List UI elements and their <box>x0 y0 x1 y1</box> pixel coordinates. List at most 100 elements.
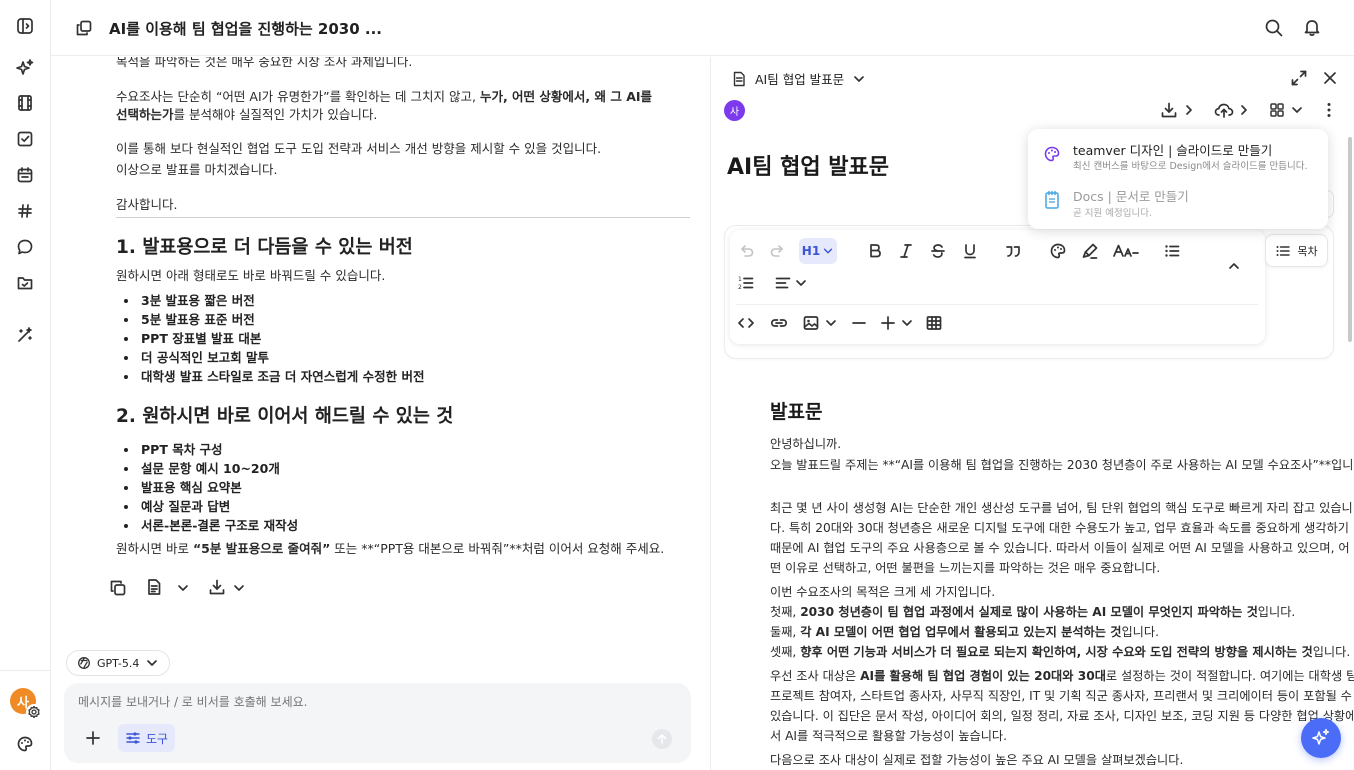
menu-item-subtitle: 최신 캔버스를 바탕으로 Design에서 슬라이드를 만듭니다. <box>1073 161 1308 172</box>
magic-wand-icon[interactable] <box>13 323 37 347</box>
chevron-right-icon[interactable] <box>1182 103 1196 117</box>
chevron-down-icon[interactable] <box>232 581 246 595</box>
paragraph: 우선 조사 대상은 AI를 활용해 팀 협업 경험이 있는 20대와 30대로 … <box>770 669 1354 683</box>
download-icon[interactable] <box>1160 101 1178 119</box>
section-intro: 원하시면 아래 형태로도 바로 바꿔드릴 수 있습니다. <box>116 268 386 283</box>
list-item: PPT 장표별 발표 대본 <box>123 329 424 348</box>
chat-line: 목적을 파악하는 것은 매우 중요한 시장 조사 과제입니다. <box>116 57 413 69</box>
list-item: 더 공식적인 보고회 말투 <box>123 348 424 367</box>
upload-cloud-icon[interactable] <box>1214 101 1234 119</box>
divider <box>116 217 690 218</box>
download-icon[interactable] <box>208 578 226 596</box>
list-item: 예상 질문과 답변 <box>123 497 298 516</box>
menu-item-slides[interactable]: teamver 디자인 | 슬라이드로 만들기 최신 캔버스를 바탕으로 Des… <box>1028 129 1328 179</box>
menu-item-docs: Docs | 문서로 만들기 곧 지원 예정입니다. <box>1028 179 1328 229</box>
sparkle-icon <box>1312 728 1330 745</box>
image-icon[interactable] <box>800 312 822 334</box>
horizontal-rule-icon[interactable] <box>848 312 870 334</box>
chevron-right-icon[interactable] <box>1237 103 1251 117</box>
send-button[interactable] <box>652 729 672 749</box>
doc-tab[interactable]: AI팀 협업 발표문 <box>731 69 866 88</box>
list-item: 5분 발표용 표준 버전 <box>123 310 424 329</box>
bold-icon[interactable] <box>864 240 886 262</box>
left-rail: 사 <box>0 0 51 770</box>
code-icon[interactable] <box>735 312 757 334</box>
model-selector[interactable]: GPT-5.4 <box>66 650 171 676</box>
rail-divider <box>0 670 50 671</box>
highlighter-icon[interactable] <box>1079 240 1101 262</box>
message-input[interactable] <box>78 695 598 709</box>
palette-icon[interactable] <box>13 732 37 756</box>
paragraph: 셋째, 향후 어떤 기능과 서비스가 더 필요로 되는지 확인하여, 시장 수요… <box>770 645 1351 659</box>
notepad-icon <box>1043 190 1061 210</box>
list-item: 발표용 핵심 요약본 <box>123 478 298 497</box>
svg-text:2: 2 <box>738 284 742 291</box>
document-icon[interactable] <box>145 578 163 596</box>
underline-icon[interactable] <box>959 240 981 262</box>
plus-icon[interactable] <box>84 729 102 747</box>
italic-icon[interactable] <box>895 240 917 262</box>
list-item: 설문 문항 예시 10~20개 <box>123 459 298 478</box>
paragraph: 서 AI를 적극적으로 활용할 가능성이 높습니다. <box>770 729 1008 743</box>
document-icon <box>733 71 745 86</box>
paragraph: 둘째, 각 AI 모델이 어떤 협업 업무에서 활용되고 있는지 분석하는 것입… <box>770 625 1159 639</box>
bell-icon[interactable] <box>1302 17 1322 37</box>
menu-item-title: Docs | 문서로 만들기 <box>1073 189 1189 204</box>
section-heading: 1. 발표용으로 더 다듬을 수 있는 버전 <box>116 237 413 258</box>
scrollbar[interactable] <box>1348 137 1352 342</box>
hashtag-icon[interactable] <box>13 199 37 223</box>
sidebar-toggle-icon[interactable] <box>13 14 37 38</box>
table-icon[interactable] <box>923 312 945 334</box>
expand-icon[interactable] <box>1290 69 1308 87</box>
numbered-list-icon[interactable]: 12 <box>735 272 757 294</box>
redo-icon[interactable] <box>767 240 789 262</box>
chevron-down-icon[interactable] <box>790 272 812 294</box>
chevron-down-icon[interactable] <box>896 312 918 334</box>
model-name: GPT-5.4 <box>97 656 140 670</box>
copy-icon[interactable] <box>109 579 127 597</box>
close-icon[interactable] <box>1321 69 1339 87</box>
paragraph: 다. 특히 20대와 30대 청년층은 새로운 디지털 도구에 대한 수용도가 … <box>770 521 1350 535</box>
menu-item-subtitle: 곧 지원 예정입니다. <box>1073 208 1152 219</box>
search-icon[interactable] <box>1264 18 1284 38</box>
undo-icon[interactable] <box>735 240 757 262</box>
quote-icon[interactable] <box>1002 240 1024 262</box>
openai-icon <box>78 657 90 669</box>
calendar-icon[interactable] <box>13 163 37 187</box>
list-item: PPT 목차 구성 <box>123 440 298 459</box>
grid-view-icon[interactable] <box>1269 102 1285 118</box>
strikethrough-icon[interactable] <box>927 240 949 262</box>
sparkle-icon[interactable] <box>13 56 37 80</box>
chat-line: 수요조사는 단순히 “어떤 AI가 유명한가”를 확인하는 데 그치지 않고, … <box>116 89 653 104</box>
folder-icon[interactable] <box>13 271 37 295</box>
closing-line: 원하시면 바로 “5분 발표용으로 줄여줘” 또는 **“PPT용 대본으로 바… <box>116 541 665 556</box>
chat-line: 이상으로 발표를 마치겠습니다. <box>116 162 278 177</box>
bullet-list: 3분 발표용 짧은 버전 5분 발표용 표준 버전 PPT 장표별 발표 대본 … <box>123 291 424 386</box>
paragraph: 최근 몇 년 사이 생성형 AI는 단순한 개인 생산성 도구를 넘어, 팀 단… <box>770 501 1353 515</box>
chevron-down-icon[interactable] <box>176 581 190 595</box>
paragraph: 프로젝트 참여자, 스타트업 종사자, 사무직 직장인, IT 및 기획 직군 … <box>770 689 1352 703</box>
copy-chat-icon[interactable] <box>75 19 93 37</box>
heading-style-select[interactable]: H1 <box>799 238 837 264</box>
menu-item-title: teamver 디자인 | 슬라이드로 만들기 <box>1073 143 1273 158</box>
settings-gear-icon[interactable] <box>26 704 42 720</box>
table-of-contents-button[interactable]: 목차 <box>1265 234 1328 267</box>
link-icon[interactable] <box>768 312 790 334</box>
font-size-icon[interactable] <box>1111 240 1141 262</box>
paragraph: 때문에 AI 협업 도구의 주요 사용층으로 볼 수 있습니다. 따라서 이들이… <box>770 541 1350 555</box>
tools-button[interactable]: 도구 <box>118 724 176 752</box>
toc-label: 목차 <box>1297 244 1318 258</box>
collapse-chevron-icon[interactable] <box>1223 255 1245 277</box>
chevron-down-icon[interactable] <box>1290 103 1304 117</box>
film-icon[interactable] <box>13 91 37 115</box>
chevron-down-icon[interactable] <box>820 312 842 334</box>
chat-bubble-icon[interactable] <box>13 235 37 259</box>
more-vertical-icon[interactable] <box>1321 101 1337 119</box>
checkbox-icon[interactable] <box>13 127 37 151</box>
ai-assistant-button[interactable] <box>1301 718 1341 758</box>
bullet-list-icon[interactable] <box>1161 240 1183 262</box>
author-avatar[interactable]: 사 <box>724 100 745 121</box>
chat-line: 선택하는가를 분석해야 실질적인 가치가 있습니다. <box>116 107 378 122</box>
palette-icon[interactable] <box>1047 240 1069 262</box>
paragraph: 이번 수요조사의 목적은 크게 세 가지입니다. <box>770 585 996 599</box>
